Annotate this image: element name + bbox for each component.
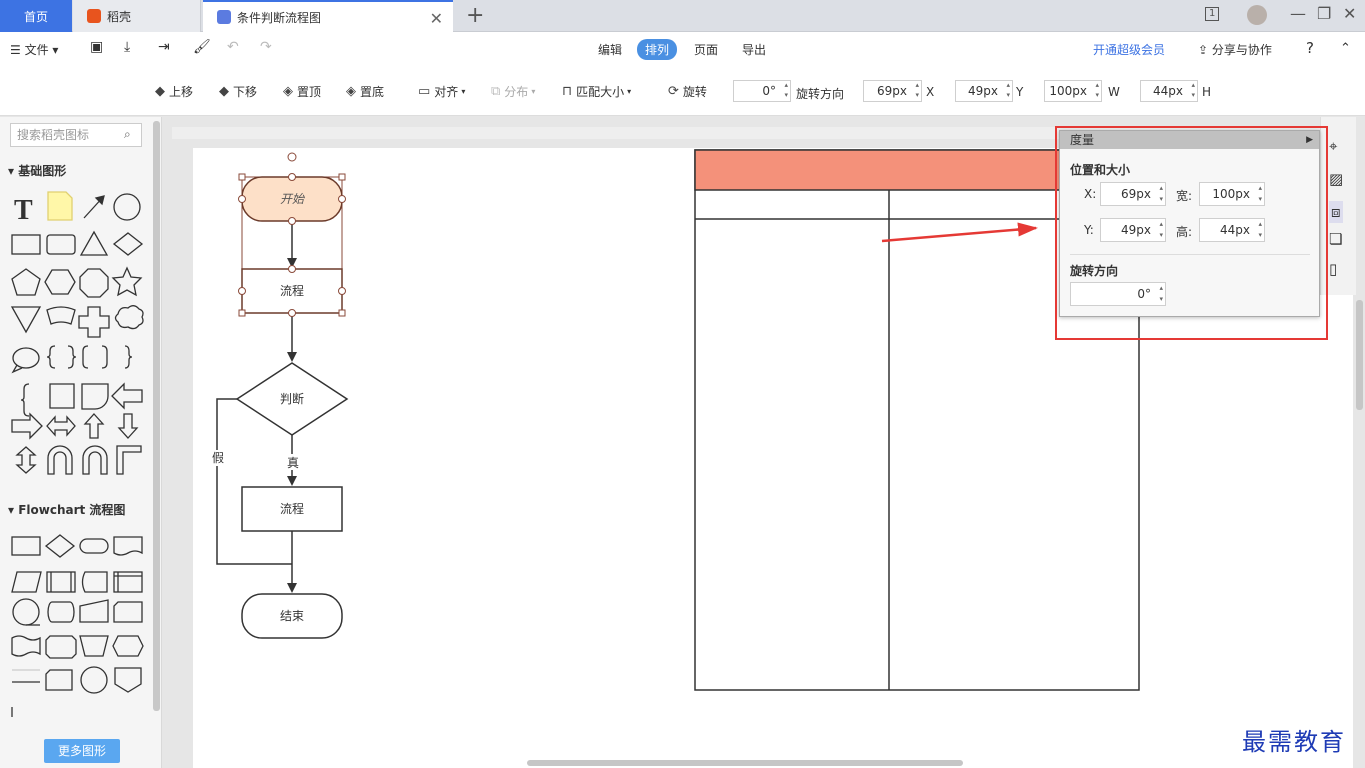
- connection-point[interactable]: [288, 217, 296, 225]
- start-node-label: 开始: [280, 192, 305, 206]
- watermark: 最需教育: [1242, 728, 1346, 756]
- connection-point[interactable]: [238, 195, 246, 203]
- false-branch-label: 假: [212, 451, 224, 465]
- pages-icon[interactable]: ❏: [1329, 230, 1342, 248]
- connection-point[interactable]: [288, 265, 296, 273]
- crosshair-icon[interactable]: ⌖: [1329, 137, 1337, 155]
- process-node-1-label: 流程: [280, 283, 304, 298]
- connection-point[interactable]: [288, 309, 296, 317]
- resize-handle[interactable]: [338, 173, 346, 181]
- diagram-canvas[interactable]: 开始 流程 判断 真 假 流程 结束: [0, 0, 1365, 768]
- decision-node-label: 判断: [280, 391, 304, 406]
- connection-point[interactable]: [338, 195, 346, 203]
- document-icon[interactable]: ▯: [1329, 260, 1337, 278]
- end-node-label: 结束: [280, 609, 304, 623]
- resize-handle[interactable]: [238, 309, 246, 317]
- rotate-handle[interactable]: [287, 152, 297, 162]
- horizontal-scrollbar[interactable]: [527, 760, 963, 766]
- style-icon[interactable]: ▨: [1329, 170, 1343, 188]
- resize-handle[interactable]: [338, 309, 346, 317]
- connection-point[interactable]: [238, 287, 246, 295]
- resize-handle[interactable]: [238, 173, 246, 181]
- connection-point[interactable]: [288, 173, 296, 181]
- connection-point[interactable]: [338, 287, 346, 295]
- process-node-2-label: 流程: [280, 501, 304, 516]
- true-branch-label: 真: [287, 456, 299, 470]
- measure-icon[interactable]: ⧈: [1329, 201, 1343, 223]
- annotation-highlight-box: [1055, 126, 1328, 340]
- vertical-scrollbar[interactable]: [1356, 300, 1363, 410]
